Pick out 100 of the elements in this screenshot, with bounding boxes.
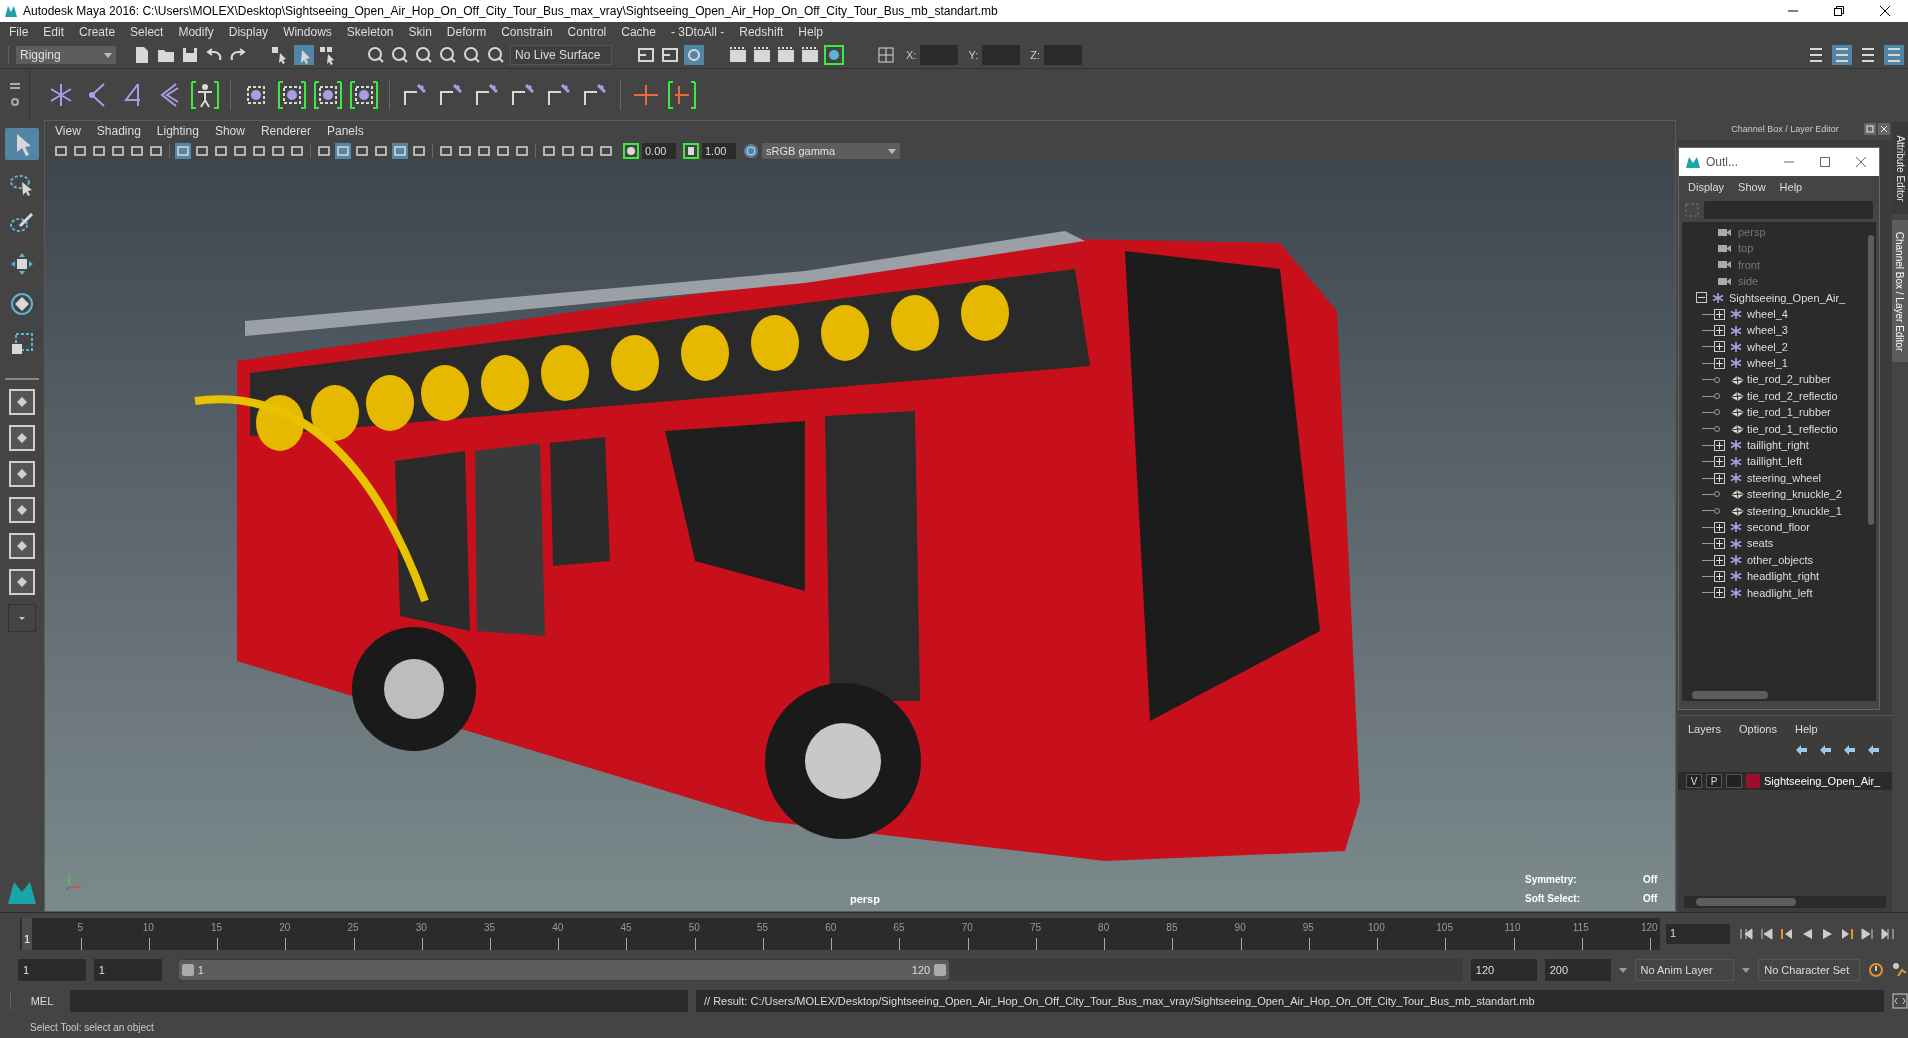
reference-toggle[interactable] [1726,774,1742,788]
outliner-item[interactable]: Sightseeing_Open_Air_ [1729,289,1846,306]
expand-button[interactable] [1714,587,1725,599]
float-window-icon[interactable] [1864,123,1876,135]
panel-menu-item[interactable]: Renderer [260,122,311,140]
hypershade-icon[interactable] [824,45,844,65]
playback-start-field[interactable]: 1 [93,959,162,981]
menu-item[interactable]: Create [79,23,116,41]
step-back-key-icon[interactable] [1780,926,1794,941]
panel-menu-item[interactable]: Show [214,122,245,140]
gamma-field[interactable]: 1.00 [702,143,736,159]
outliner-menu-item[interactable]: Display [1688,178,1725,196]
command-input-field[interactable] [70,990,688,1012]
save-icon[interactable] [180,45,200,65]
viewport[interactable]: persp Symmetry: Off Soft Select: Off [45,161,1675,911]
range-slider-bar[interactable] [178,960,950,980]
close-icon[interactable] [1878,123,1890,135]
outliner-item[interactable]: wheel_2 [1747,338,1788,356]
start-time-field[interactable]: 1 [18,959,86,981]
expand-button[interactable] [1714,357,1725,369]
color-management-icon[interactable] [743,143,759,159]
character-rig-icon[interactable] [190,79,220,110]
panel-menu-item[interactable]: View [55,122,81,140]
side-tab[interactable]: Channel Box / Layer Editor [1892,220,1908,362]
outliner-item[interactable]: tie_rod_2_reflectio [1747,387,1838,405]
menu-item[interactable]: File [9,23,29,41]
time-slider[interactable]: 1 5 10 15 20 25 30 35 40 45 50 55 60 65 70 75 80 85 90 95 100 105 110 115 120 [20,917,1660,950]
outliner-item[interactable]: wheel_1 [1747,355,1788,372]
outliner-item[interactable]: tie_rod_2_rubber [1747,371,1831,388]
go-to-start-icon[interactable] [1740,926,1754,941]
menu-item[interactable]: Display [228,23,269,41]
menu-item[interactable]: Deform [446,23,487,41]
range-end-handle[interactable] [934,964,947,976]
gamma-icon[interactable] [683,143,699,159]
horizontal-scrollbar[interactable] [1684,896,1886,908]
end-time-field[interactable]: 200 [1544,959,1611,981]
menu-set-dropdown[interactable]: Rigging [16,46,116,64]
color-space-dropdown[interactable]: sRGB gamma [762,143,900,159]
outliner-item[interactable]: steering_wheel [1747,469,1821,487]
menu-item[interactable]: Constrain [501,23,553,41]
expand-button[interactable] [1714,570,1725,582]
current-frame-field[interactable]: 1 [1666,923,1730,944]
menu-item[interactable]: Redshift [739,23,784,41]
menu-item[interactable]: Skin [408,23,432,41]
menu-item[interactable]: Select [130,23,164,41]
playback-toggle[interactable]: P [1706,774,1722,788]
anim-layer-dropdown[interactable]: No Anim Layer [1634,959,1735,981]
menu-item[interactable]: - 3DtoAll - [670,23,725,41]
expand-button[interactable] [1714,521,1725,533]
auto-key-icon[interactable] [1868,962,1884,978]
expand-button[interactable] [1714,456,1725,468]
exposure-field[interactable]: 0.00 [642,143,676,159]
layer-menu-item[interactable]: Layers [1688,720,1722,738]
transform-mode-icon[interactable] [876,45,896,65]
animation-preferences-icon[interactable] [1892,962,1908,978]
command-language-label[interactable]: MEL [22,992,62,1010]
panel-menu-item[interactable]: Panels [326,122,364,140]
outliner-item[interactable]: headlight_left [1747,584,1813,602]
outliner-item[interactable]: other_objects [1747,551,1814,569]
panel-menu-item[interactable]: Shading [96,122,141,140]
range-slider[interactable]: 1 120 [178,959,1463,981]
outliner-item[interactable]: headlight_right [1747,568,1820,585]
character-set-dropdown[interactable]: No Character Set [1758,959,1860,981]
step-back-key-icon[interactable] [1760,926,1774,941]
side-tab[interactable]: Attribute Editor [1892,122,1908,214]
outliner-item[interactable]: wheel_4 [1747,305,1788,323]
collapse-button[interactable] [1696,292,1707,304]
panel-menu-item[interactable]: Lighting [156,122,199,140]
menu-item[interactable]: Control [567,23,607,41]
expand-button[interactable] [1714,341,1725,353]
search-field[interactable] [1704,201,1873,219]
play-icon[interactable] [1820,926,1834,941]
layer-name[interactable]: Sightseeing_Open_Air_ [1764,772,1881,790]
outliner-item[interactable]: tie_rod_1_reflectio [1747,420,1838,438]
outliner-item[interactable]: steering_knuckle_2 [1747,486,1842,503]
expand-button[interactable] [1714,472,1725,484]
bracket-cross-icon[interactable] [667,79,697,110]
horizontal-scrollbar[interactable] [1682,689,1876,701]
current-frame-marker[interactable]: 1 [22,917,32,950]
dropdown-arrow-icon[interactable] [1618,967,1627,973]
step-forward-icon[interactable] [1860,926,1874,941]
dropdown-arrow-icon[interactable] [1742,967,1751,973]
playback-end-field[interactable]: 120 [1470,959,1537,981]
menu-item[interactable]: Modify [178,23,214,41]
visibility-toggle[interactable]: V [1686,774,1702,788]
menu-item[interactable]: Windows [283,23,332,41]
outliner-menu-item[interactable]: Help [1779,178,1803,196]
outliner-item[interactable]: second_floor [1747,519,1810,536]
coordinate-field[interactable] [1044,45,1082,65]
menu-item[interactable]: Cache [621,23,656,41]
layer-menu-item[interactable]: Help [1794,720,1818,738]
expand-button[interactable] [1714,325,1725,337]
camera-icon[interactable] [53,143,69,159]
outliner-item[interactable]: taillight_left [1747,453,1803,470]
expand-button[interactable] [1714,554,1725,566]
exposure-icon[interactable] [623,143,639,159]
outliner-item[interactable]: wheel_3 [1747,322,1788,339]
shelf-menu-icon[interactable] [9,82,20,89]
step-forward-key-icon[interactable] [1840,926,1854,941]
coordinate-field[interactable] [920,45,959,65]
